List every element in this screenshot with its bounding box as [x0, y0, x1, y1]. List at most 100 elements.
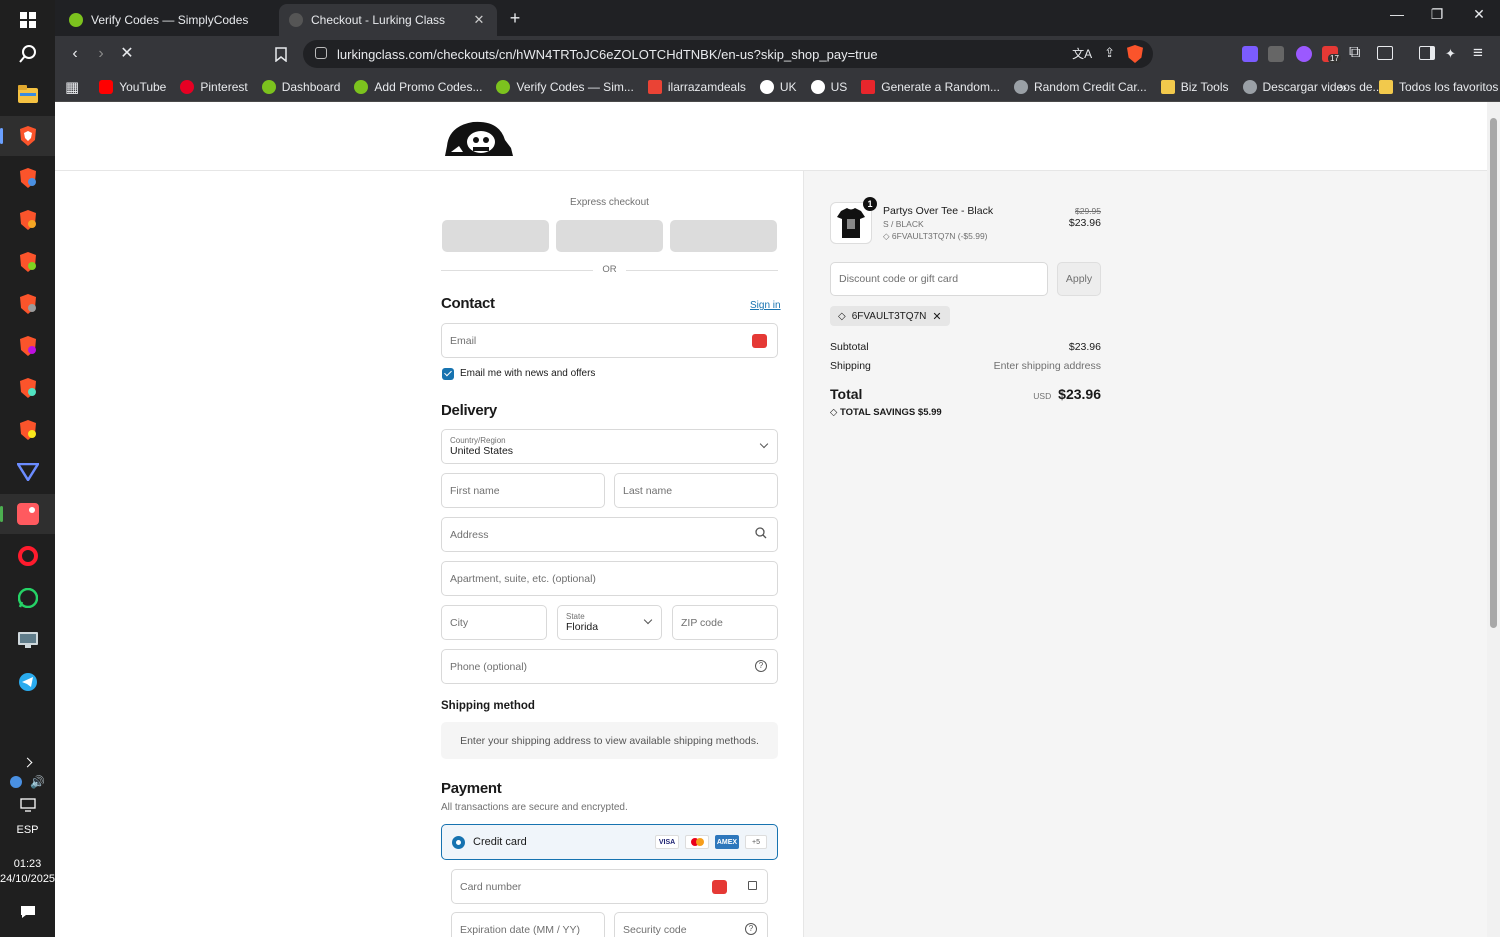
- bookmark-dashboard[interactable]: Dashboard: [261, 79, 340, 94]
- bookmarks-overflow-button[interactable]: »: [1339, 79, 1347, 95]
- apply-button[interactable]: Apply: [1057, 262, 1101, 296]
- bookmark-descargar-videos[interactable]: Descargar videos de...: [1242, 79, 1383, 94]
- express-pay-button-3[interactable]: [670, 220, 777, 252]
- menu-icon[interactable]: ≡: [1473, 43, 1483, 63]
- extension-calendar-icon[interactable]: 17: [1322, 46, 1341, 63]
- restore-button[interactable]: ❐: [1417, 6, 1457, 23]
- notifications-icon[interactable]: [0, 892, 55, 932]
- vpn-icon[interactable]: [0, 452, 55, 492]
- bookmark-pinterest[interactable]: Pinterest: [180, 79, 248, 94]
- photo-app-icon[interactable]: [0, 494, 55, 534]
- tab-simplycodes[interactable]: Verify Codes — SimplyCodes: [59, 4, 277, 36]
- share-icon[interactable]: ⇪: [1104, 45, 1115, 63]
- clock-time[interactable]: 01:23: [0, 858, 55, 870]
- brave-profile-icon[interactable]: [0, 284, 55, 324]
- close-tab-icon[interactable]: ✕: [471, 12, 487, 28]
- file-explorer-icon[interactable]: [0, 74, 55, 114]
- bookmark-add-promo-codes[interactable]: Add Promo Codes...: [354, 79, 482, 94]
- email-placeholder: Email: [450, 334, 477, 347]
- site-settings-icon[interactable]: [315, 47, 327, 59]
- clock-date[interactable]: 24/10/2025: [0, 873, 55, 885]
- phone-field[interactable]: Phone (optional) ?: [441, 649, 778, 684]
- sidebar-icon[interactable]: [1419, 46, 1435, 60]
- brave-shields-icon[interactable]: [1127, 45, 1143, 63]
- screenshot-icon[interactable]: [1377, 46, 1393, 60]
- opera-icon[interactable]: [0, 536, 55, 576]
- scrollbar-thumb[interactable]: [1490, 118, 1497, 628]
- minimize-button[interactable]: —: [1377, 6, 1417, 22]
- close-window-button[interactable]: ✕: [1459, 6, 1499, 23]
- apartment-field[interactable]: Apartment, suite, etc. (optional): [441, 561, 778, 596]
- telegram-icon[interactable]: [0, 662, 55, 702]
- folder-icon: [1379, 79, 1393, 94]
- tab-checkout[interactable]: Checkout - Lurking Class ✕: [279, 4, 497, 36]
- volume-icon[interactable]: 🔊: [30, 775, 45, 789]
- credit-card-option[interactable]: Credit card VISA AMEX +5: [441, 824, 778, 860]
- translate-icon[interactable]: 文A: [1072, 45, 1092, 63]
- bookmark-youtube[interactable]: YouTube: [99, 79, 166, 94]
- apps-grid-icon[interactable]: ▦: [65, 78, 79, 96]
- bookmark-biz-tools[interactable]: Biz Tools: [1160, 79, 1229, 94]
- security-code-field[interactable]: Security code ?: [614, 912, 768, 937]
- brave-profile-icon[interactable]: [0, 200, 55, 240]
- brave-profile-icon[interactable]: [0, 158, 55, 198]
- newsletter-checkbox[interactable]: [442, 368, 454, 380]
- zip-field[interactable]: ZIP code: [672, 605, 778, 640]
- simplycodes-icon: [69, 13, 83, 27]
- address-field[interactable]: Address: [441, 517, 778, 552]
- bookmark-ilarrazamdeals[interactable]: ilarrazamdeals: [647, 79, 746, 94]
- lurking-class-logo[interactable]: [443, 116, 515, 158]
- help-icon[interactable]: ?: [745, 923, 757, 935]
- help-icon[interactable]: ?: [755, 660, 767, 672]
- city-field[interactable]: City: [441, 605, 547, 640]
- country-select[interactable]: Country/Region United States: [441, 429, 778, 464]
- total-row: Total USD $23.96: [830, 386, 1101, 402]
- card-number-field[interactable]: Card number: [451, 869, 768, 904]
- globe-icon: [1242, 79, 1257, 94]
- discount-code-input[interactable]: Discount code or gift card: [830, 262, 1048, 296]
- display-icon[interactable]: [0, 788, 55, 822]
- extension-a-icon[interactable]: [1242, 46, 1258, 62]
- bookmark-random-credit-card[interactable]: Random Credit Car...: [1013, 79, 1147, 94]
- page-scrollbar[interactable]: [1487, 102, 1500, 937]
- back-button[interactable]: ‹: [65, 44, 85, 64]
- extensions-puzzle-icon[interactable]: ⧉: [1349, 44, 1360, 62]
- whatsapp-icon[interactable]: [0, 578, 55, 618]
- brave-profile-icon[interactable]: [0, 410, 55, 450]
- bookmark-icon[interactable]: [271, 44, 291, 64]
- bookmark-all-favorites[interactable]: Todos los favoritos: [1379, 79, 1498, 94]
- stop-loading-button[interactable]: ✕: [117, 44, 137, 64]
- bookmark-generate-random[interactable]: Generate a Random...: [861, 79, 1000, 94]
- remove-code-icon[interactable]: ✕: [932, 310, 941, 323]
- r-icon: [759, 79, 774, 94]
- leo-icon[interactable]: ✦: [1445, 46, 1456, 62]
- email-field[interactable]: Email: [441, 323, 778, 358]
- network-icon[interactable]: [10, 776, 23, 788]
- state-select[interactable]: State Florida: [557, 605, 662, 640]
- credit-card-radio[interactable]: [452, 835, 465, 849]
- search-icon[interactable]: [0, 34, 55, 74]
- express-pay-button-1[interactable]: [442, 220, 549, 252]
- country-value: United States: [450, 445, 514, 457]
- first-name-field[interactable]: First name: [441, 473, 605, 508]
- remote-desktop-icon[interactable]: [0, 620, 55, 660]
- brave-profile-icon[interactable]: [0, 368, 55, 408]
- extension-s-icon[interactable]: [1268, 46, 1284, 62]
- brave-profile-icon[interactable]: [0, 242, 55, 282]
- express-pay-button-2[interactable]: [556, 220, 663, 252]
- last-name-field[interactable]: Last name: [614, 473, 778, 508]
- brave-browser-icon[interactable]: [0, 116, 55, 156]
- bookmark-uk[interactable]: UK: [759, 79, 797, 94]
- autofill-icon[interactable]: [712, 880, 727, 894]
- address-bar[interactable]: lurkingclass.com/checkouts/cn/hWN4TRToJC…: [303, 40, 1153, 68]
- brave-profile-icon[interactable]: [0, 326, 55, 366]
- bookmark-us[interactable]: US: [810, 79, 847, 94]
- forward-button[interactable]: ›: [91, 44, 111, 64]
- expiration-field[interactable]: Expiration date (MM / YY): [451, 912, 605, 937]
- bookmark-verify-codes[interactable]: Verify Codes — Sim...: [496, 79, 634, 94]
- sign-in-link[interactable]: Sign in: [750, 300, 781, 311]
- new-tab-button[interactable]: +: [505, 8, 525, 29]
- autofill-icon[interactable]: [752, 334, 767, 348]
- extension-purple-icon[interactable]: [1296, 46, 1312, 62]
- language-indicator[interactable]: ESP: [0, 824, 55, 836]
